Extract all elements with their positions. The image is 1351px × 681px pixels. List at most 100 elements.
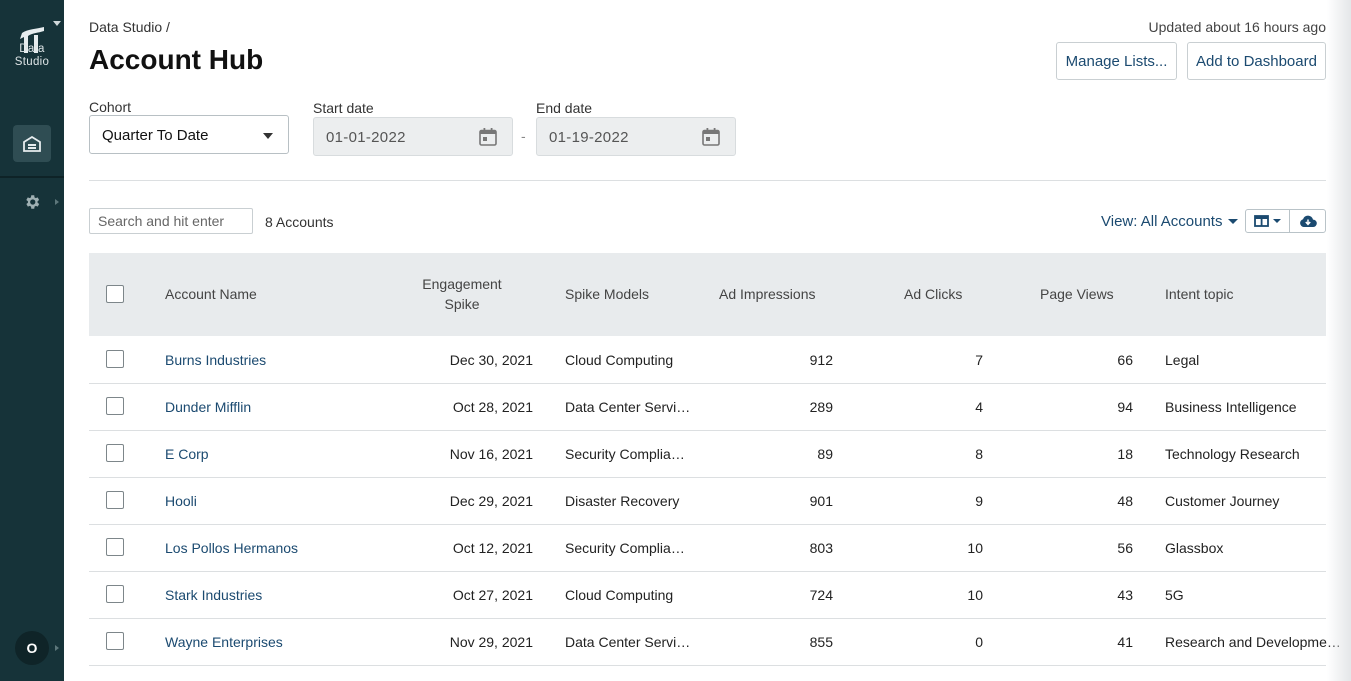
table-row[interactable]: Dunder Mifflin Oct 28, 2021 Data Center Se… (89, 384, 1326, 431)
intent-topic-cell: Business Intelligence (1165, 399, 1297, 415)
select-all-checkbox[interactable] (106, 285, 124, 303)
ad-impressions-cell: 803 (809, 540, 833, 556)
end-date-input[interactable]: 01-19-2022 (536, 117, 736, 156)
calendar-icon[interactable] (701, 127, 721, 147)
account-name-link[interactable]: Dunder Mifflin (165, 399, 251, 415)
cohort-select[interactable]: Quarter To Date (89, 115, 289, 154)
download-button[interactable] (1290, 210, 1325, 232)
column-header-spike-models[interactable]: Spike Models (565, 284, 649, 304)
spike-model-cell: Disaster Recovery (565, 493, 680, 509)
row-checkbox[interactable] (106, 538, 124, 556)
ad-clicks-cell: 0 (975, 634, 983, 650)
engagement-spike-cell: Oct 28, 2021 (452, 399, 533, 415)
search-input[interactable] (89, 208, 253, 234)
manage-lists-button[interactable]: Manage Lists... (1056, 42, 1177, 80)
ad-impressions-cell: 89 (817, 446, 833, 462)
page-views-cell: 18 (1117, 446, 1133, 462)
spike-model-cell: Data Center Servi… (565, 634, 691, 650)
nav-item-account-hub[interactable] (13, 125, 51, 162)
table-row[interactable]: Wayne Enterprises Nov 29, 2021 Data Center… (89, 619, 1341, 666)
sidebar-divider (0, 176, 64, 178)
updated-timestamp: Updated about 16 hours ago (1148, 19, 1326, 35)
add-to-dashboard-button[interactable]: Add to Dashboard (1187, 42, 1326, 80)
table-row[interactable]: Los Pollos Hermanos Oct 12, 2021 Security … (89, 525, 1326, 572)
engagement-spike-cell: Oct 12, 2021 (452, 540, 533, 556)
table-header: Account Name Engagement Spike Spike Mode… (89, 253, 1326, 336)
spike-model-cell: Data Center Servi… (565, 399, 691, 415)
end-date-value: 01-19-2022 (549, 129, 629, 146)
table-row[interactable]: Hooli Dec 29, 2021 Disaster Recovery 901 9 48… (89, 478, 1326, 525)
column-header-account-name[interactable]: Account Name (165, 284, 257, 304)
table-row[interactable]: E Corp Nov 16, 2021 Security Complia… 89 8 18… (89, 431, 1326, 478)
columns-icon (1254, 215, 1269, 227)
intent-topic-cell: Glassbox (1165, 540, 1224, 556)
start-date-label: Start date (313, 100, 374, 116)
cohort-label: Cohort (89, 99, 132, 115)
spike-model-cell: Cloud Computing (565, 352, 674, 368)
app-name: Data Studio (14, 43, 50, 68)
scroll-edge-shadow (1327, 0, 1351, 681)
table-row[interactable]: Burns Industries Dec 30, 2021 Cloud Comput… (89, 337, 1326, 384)
column-header-ad-clicks[interactable]: Ad Clicks (904, 284, 962, 304)
ad-impressions-cell: 289 (809, 399, 833, 415)
row-checkbox[interactable] (106, 397, 124, 415)
chevron-down-icon (1273, 219, 1281, 223)
end-date-label: End date (536, 100, 593, 116)
ad-clicks-cell: 10 (967, 587, 983, 603)
account-name-link[interactable]: Stark Industries (165, 587, 262, 603)
spike-model-cell: Security Complia… (565, 540, 685, 556)
row-checkbox[interactable] (106, 632, 124, 650)
intent-topic-cell: 5G (1165, 587, 1184, 603)
row-checkbox[interactable] (106, 350, 124, 368)
columns-button[interactable] (1246, 210, 1290, 232)
account-name-link[interactable]: Hooli (165, 493, 197, 509)
account-name-link[interactable]: E Corp (165, 446, 209, 462)
ad-impressions-cell: 855 (809, 634, 833, 650)
table-actions (1245, 209, 1326, 233)
account-name-link[interactable]: Los Pollos Hermanos (165, 540, 298, 556)
engagement-spike-cell: Dec 30, 2021 (449, 352, 533, 368)
intent-topic-cell: Technology Research (1165, 446, 1300, 462)
app-menu-caret-icon[interactable] (53, 21, 61, 26)
page-views-cell: 94 (1117, 399, 1133, 415)
breadcrumb[interactable]: Data Studio / (89, 19, 170, 35)
column-header-ad-impressions[interactable]: Ad Impressions (719, 284, 815, 304)
start-date-value: 01-01-2022 (326, 129, 406, 146)
intent-topic-cell: Research and Developme… (1165, 634, 1341, 650)
row-checkbox[interactable] (106, 444, 124, 462)
page-views-cell: 56 (1117, 540, 1133, 556)
main-content: Data Studio / Account Hub Updated about … (64, 0, 1351, 681)
user-avatar[interactable]: O (15, 631, 49, 665)
user-menu-caret-icon[interactable] (55, 645, 59, 651)
ad-clicks-cell: 4 (975, 399, 983, 415)
spike-model-cell: Cloud Computing (565, 587, 674, 603)
ad-impressions-cell: 724 (809, 587, 833, 603)
column-header-engagement-spike[interactable]: Engagement Spike (415, 274, 509, 314)
page-title: Account Hub (89, 44, 264, 75)
chevron-down-icon (1228, 219, 1239, 224)
ad-clicks-cell: 7 (975, 352, 983, 368)
column-header-intent-topic[interactable]: Intent topic (1165, 284, 1234, 304)
column-header-page-views[interactable]: Page Views (1040, 284, 1114, 304)
view-dropdown[interactable]: View: All Accounts (1101, 213, 1239, 230)
sidebar: Data Studio O (0, 0, 64, 681)
account-name-link[interactable]: Burns Industries (165, 352, 266, 368)
settings-caret-icon[interactable] (55, 199, 59, 205)
page-views-cell: 48 (1117, 493, 1133, 509)
account-name-link[interactable]: Wayne Enterprises (165, 634, 283, 650)
ad-impressions-cell: 912 (809, 352, 833, 368)
view-dropdown-label: View: All Accounts (1101, 213, 1223, 230)
intent-topic-cell: Customer Journey (1165, 493, 1280, 509)
ad-clicks-cell: 9 (975, 493, 983, 509)
calendar-icon[interactable] (478, 127, 498, 147)
ad-clicks-cell: 8 (975, 446, 983, 462)
cloud-download-icon (1299, 215, 1317, 227)
row-checkbox[interactable] (106, 585, 124, 603)
engagement-spike-cell: Nov 29, 2021 (449, 634, 533, 650)
row-checkbox[interactable] (106, 491, 124, 509)
ad-impressions-cell: 901 (809, 493, 833, 509)
page-views-cell: 66 (1117, 352, 1133, 368)
table-row[interactable]: Stark Industries Oct 27, 2021 Cloud Comput… (89, 572, 1326, 619)
start-date-input[interactable]: 01-01-2022 (313, 117, 513, 156)
gear-icon[interactable] (23, 193, 41, 211)
